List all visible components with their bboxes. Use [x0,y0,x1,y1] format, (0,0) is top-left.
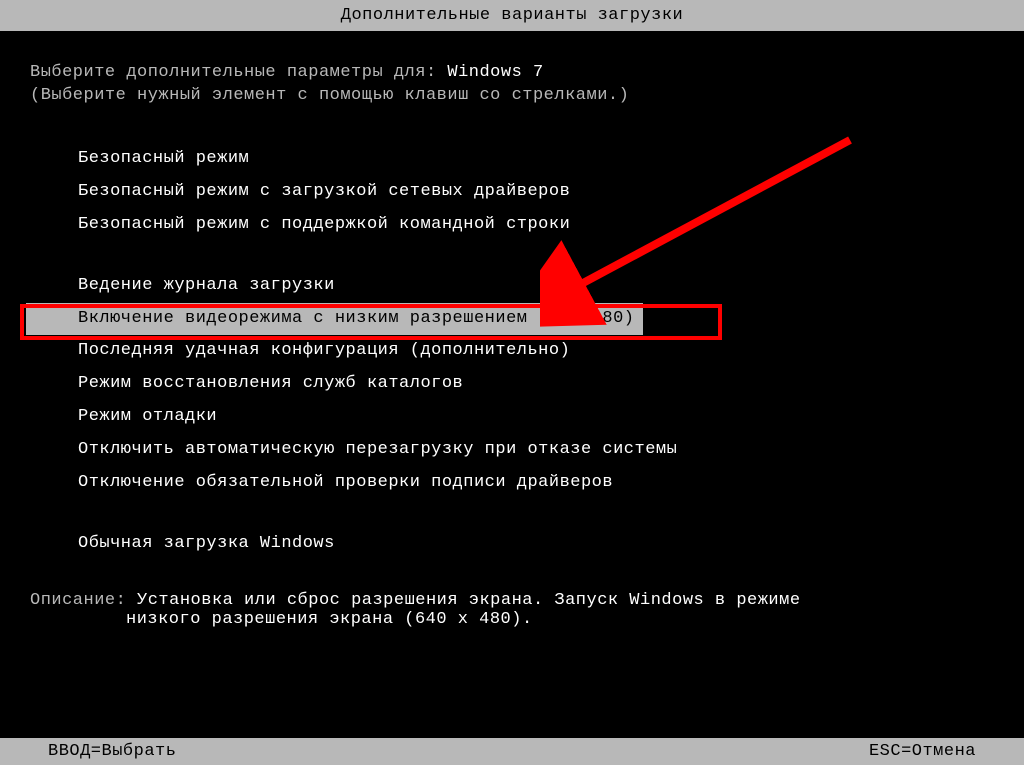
content-area: Выберите дополнительные параметры для: W… [0,63,1024,629]
menu-item-normal-boot[interactable]: Обычная загрузка Windows [78,528,994,561]
menu-item-debugging-mode[interactable]: Режим отладки [78,401,994,434]
menu-group-1: Безопасный режим Безопасный режим с загр… [78,143,994,242]
hint-line: (Выберите нужный элемент с помощью клави… [30,86,994,105]
footer-enter-hint: ВВОД=Выбрать [48,742,176,761]
description-text-1: Установка или сброс разрешения экрана. З… [137,591,801,610]
footer-bar: ВВОД=Выбрать ESC=Отмена [0,738,1024,765]
menu-group-3: Обычная загрузка Windows [78,528,994,561]
menu-item-safe-mode[interactable]: Безопасный режим [78,143,994,176]
menu-item-last-known-good[interactable]: Последняя удачная конфигурация (дополнит… [78,335,994,368]
menu-item-low-res-video[interactable]: Включение видеорежима с низким разрешени… [26,303,643,336]
title-bar: Дополнительные варианты загрузки [0,0,1024,31]
menu-item-safe-mode-command[interactable]: Безопасный режим с поддержкой командной … [78,209,994,242]
prompt-prefix: Выберите дополнительные параметры для: [30,63,447,82]
menu-item-directory-services-restore[interactable]: Режим восстановления служб каталогов [78,368,994,401]
boot-menu: Безопасный режим Безопасный режим с загр… [78,143,994,561]
prompt-line: Выберите дополнительные параметры для: W… [30,63,994,82]
menu-item-safe-mode-networking[interactable]: Безопасный режим с загрузкой сетевых дра… [78,176,994,209]
menu-item-disable-driver-signature[interactable]: Отключение обязательной проверки подписи… [78,467,994,500]
footer-esc-hint: ESC=Отмена [869,742,976,761]
os-name: Windows 7 [447,63,543,82]
page-title: Дополнительные варианты загрузки [341,6,683,25]
description-label: Описание: [30,591,137,610]
description-block: Описание: Установка или сброс разрешения… [30,591,994,629]
menu-group-2: Ведение журнала загрузки Включение видео… [78,270,994,500]
description-text-2: низкого разрешения экрана (640 x 480). [126,610,994,629]
menu-item-disable-auto-restart[interactable]: Отключить автоматическую перезагрузку пр… [78,434,994,467]
menu-item-boot-logging[interactable]: Ведение журнала загрузки [78,270,994,303]
